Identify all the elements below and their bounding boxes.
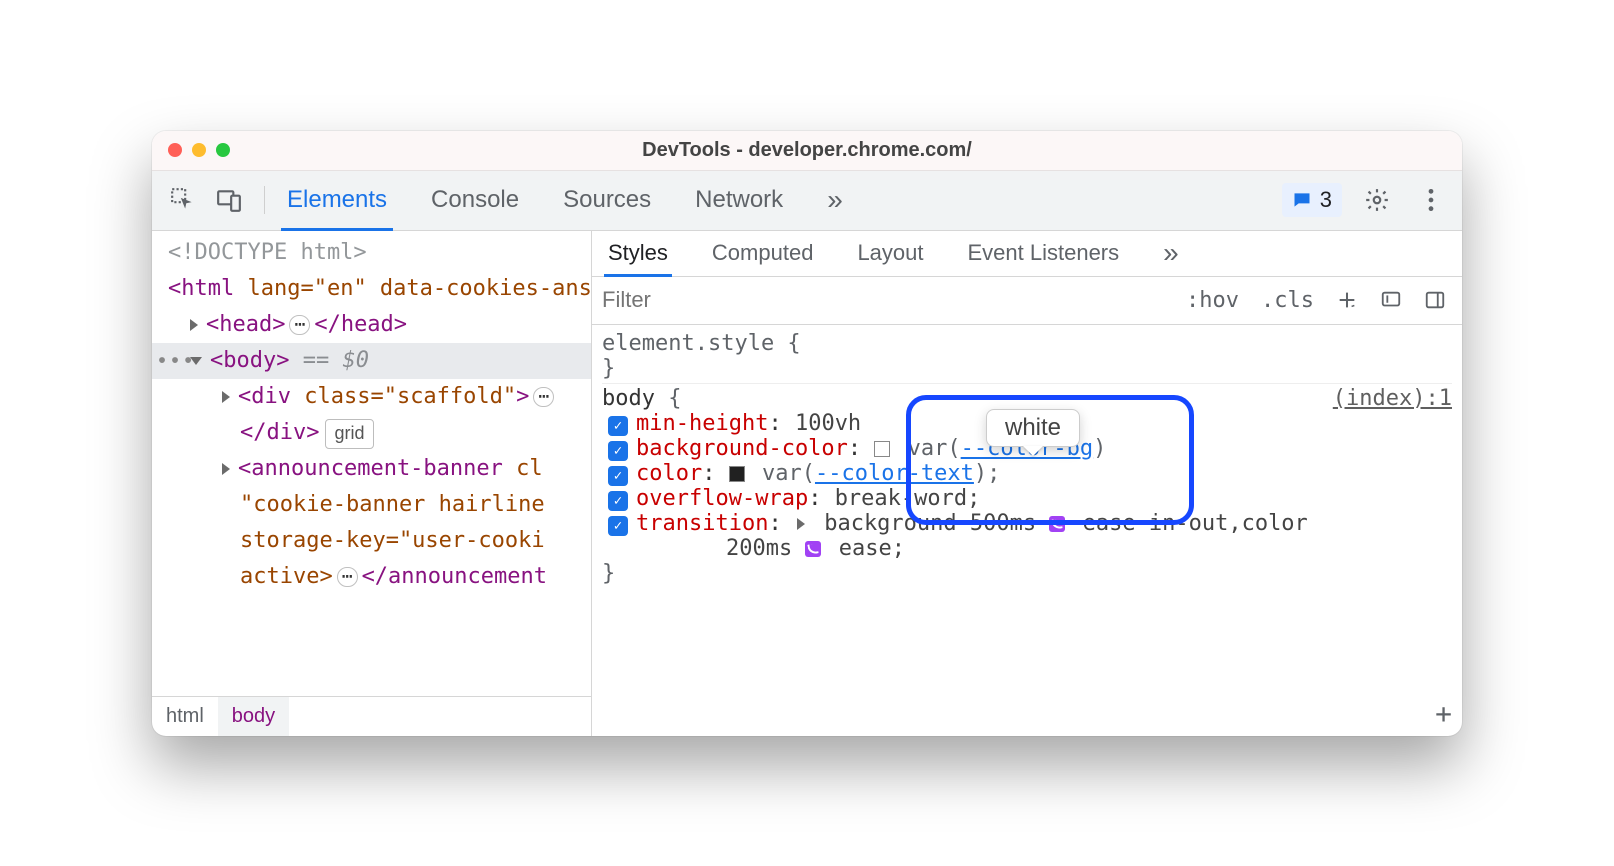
- grid-badge[interactable]: grid: [325, 419, 373, 449]
- message-icon: [1292, 190, 1312, 210]
- tab-network[interactable]: Network: [689, 171, 789, 230]
- settings-icon[interactable]: [1358, 181, 1396, 219]
- decl-transition[interactable]: ✓ transition: background 500ms ease-in-o…: [602, 511, 1452, 561]
- device-toggle-icon[interactable]: [210, 181, 248, 219]
- subtabs-overflow[interactable]: »: [1159, 231, 1183, 276]
- tab-elements[interactable]: Elements: [281, 171, 393, 230]
- dom-node-announcement-l4[interactable]: active>⋯</announcement: [168, 559, 591, 595]
- elements-pane: <!DOCTYPE html> <html lang="en" data-coo…: [152, 231, 592, 736]
- dom-node-head[interactable]: <head>⋯</head>: [168, 307, 591, 343]
- more-menu-icon[interactable]: [1412, 181, 1450, 219]
- expand-ellipsis-icon[interactable]: ⋯: [533, 387, 554, 407]
- decl-enable-checkbox[interactable]: ✓: [608, 466, 628, 486]
- devtools-window: DevTools - developer.chrome.com/ Element…: [152, 131, 1462, 736]
- styles-filter-row: :hov .cls: [592, 277, 1462, 325]
- dom-node-announcement-open[interactable]: <announcement-banner cl: [168, 451, 591, 487]
- decl-color[interactable]: ✓ color: var(--color-text);: [602, 461, 1452, 486]
- new-style-rule-button[interactable]: [1332, 287, 1362, 313]
- styles-rules[interactable]: element.style { } (index):1 body { ✓ min…: [592, 325, 1462, 736]
- close-window-button[interactable]: [168, 143, 182, 157]
- rule-element-style[interactable]: element.style { }: [602, 329, 1452, 384]
- easing-editor-icon[interactable]: [1049, 516, 1065, 532]
- titlebar: DevTools - developer.chrome.com/: [152, 131, 1462, 171]
- subtab-computed[interactable]: Computed: [708, 231, 818, 276]
- decl-enable-checkbox[interactable]: ✓: [608, 416, 628, 436]
- color-swatch-icon[interactable]: [874, 441, 890, 457]
- decl-enable-checkbox[interactable]: ✓: [608, 441, 628, 461]
- traffic-lights: [168, 143, 230, 157]
- dom-node-announcement-l3[interactable]: storage-key="user-cooki: [168, 523, 591, 559]
- tab-sources[interactable]: Sources: [557, 171, 657, 230]
- rendering-panel-icon[interactable]: [1420, 287, 1450, 313]
- tabs-overflow[interactable]: »: [821, 171, 849, 230]
- crumb-html[interactable]: html: [152, 697, 218, 736]
- toolbar-divider: [264, 186, 265, 214]
- subtab-event-listeners[interactable]: Event Listeners: [964, 231, 1124, 276]
- main-area: <!DOCTYPE html> <html lang="en" data-coo…: [152, 231, 1462, 736]
- toggle-hover-button[interactable]: :hov: [1182, 286, 1243, 315]
- add-declaration-button[interactable]: +: [1435, 697, 1452, 730]
- tab-console[interactable]: Console: [425, 171, 525, 230]
- dom-tree[interactable]: <!DOCTYPE html> <html lang="en" data-coo…: [152, 231, 591, 696]
- dom-node-div-close[interactable]: </div>grid: [168, 415, 591, 451]
- subtab-layout[interactable]: Layout: [853, 231, 927, 276]
- dom-node-announcement-l2[interactable]: "cookie-banner hairline: [168, 487, 591, 523]
- dom-node-body-selected[interactable]: ••• <body> == $0: [152, 343, 591, 379]
- subtab-styles[interactable]: Styles: [604, 231, 672, 276]
- easing-editor-icon[interactable]: [805, 541, 821, 557]
- crumb-body[interactable]: body: [218, 697, 289, 736]
- minimize-window-button[interactable]: [192, 143, 206, 157]
- value-tooltip: white: [986, 409, 1080, 447]
- styles-pane: Styles Computed Layout Event Listeners »…: [592, 231, 1462, 736]
- decl-overflow-wrap[interactable]: ✓ overflow-wrap: break-word;: [602, 486, 1452, 511]
- issues-badge[interactable]: 3: [1282, 183, 1342, 217]
- expand-icon[interactable]: [797, 518, 805, 530]
- window-title: DevTools - developer.chrome.com/: [152, 139, 1462, 162]
- dom-node-div-scaffold[interactable]: <div class="scaffold">⋯: [168, 379, 591, 415]
- decl-enable-checkbox[interactable]: ✓: [608, 491, 628, 511]
- plus-icon: [1336, 289, 1358, 311]
- rule-source-link[interactable]: (index):1: [1333, 386, 1452, 411]
- expand-ellipsis-icon[interactable]: ⋯: [337, 567, 358, 587]
- dom-node-html-open[interactable]: <html lang="en" data-cookies-answered da…: [168, 271, 591, 307]
- color-swatch-icon[interactable]: [729, 466, 745, 482]
- expand-ellipsis-icon[interactable]: ⋯: [289, 315, 310, 335]
- issues-count: 3: [1320, 187, 1332, 213]
- sidebar-subtabs: Styles Computed Layout Event Listeners »: [592, 231, 1462, 277]
- main-toolbar: Elements Console Sources Network » 3: [152, 171, 1462, 231]
- panel-tabs: Elements Console Sources Network »: [281, 171, 1274, 230]
- computed-styles-toggle-icon[interactable]: [1376, 287, 1406, 313]
- maximize-window-button[interactable]: [216, 143, 230, 157]
- styles-filter-input[interactable]: [592, 277, 1170, 324]
- dom-node-doctype[interactable]: <!DOCTYPE html>: [168, 235, 591, 271]
- selected-row-menu-icon[interactable]: •••: [156, 345, 195, 376]
- decl-enable-checkbox[interactable]: ✓: [608, 516, 628, 536]
- breadcrumb: html body: [152, 696, 591, 736]
- inspect-icon[interactable]: [164, 181, 202, 219]
- toggle-classes-button[interactable]: .cls: [1257, 286, 1318, 315]
